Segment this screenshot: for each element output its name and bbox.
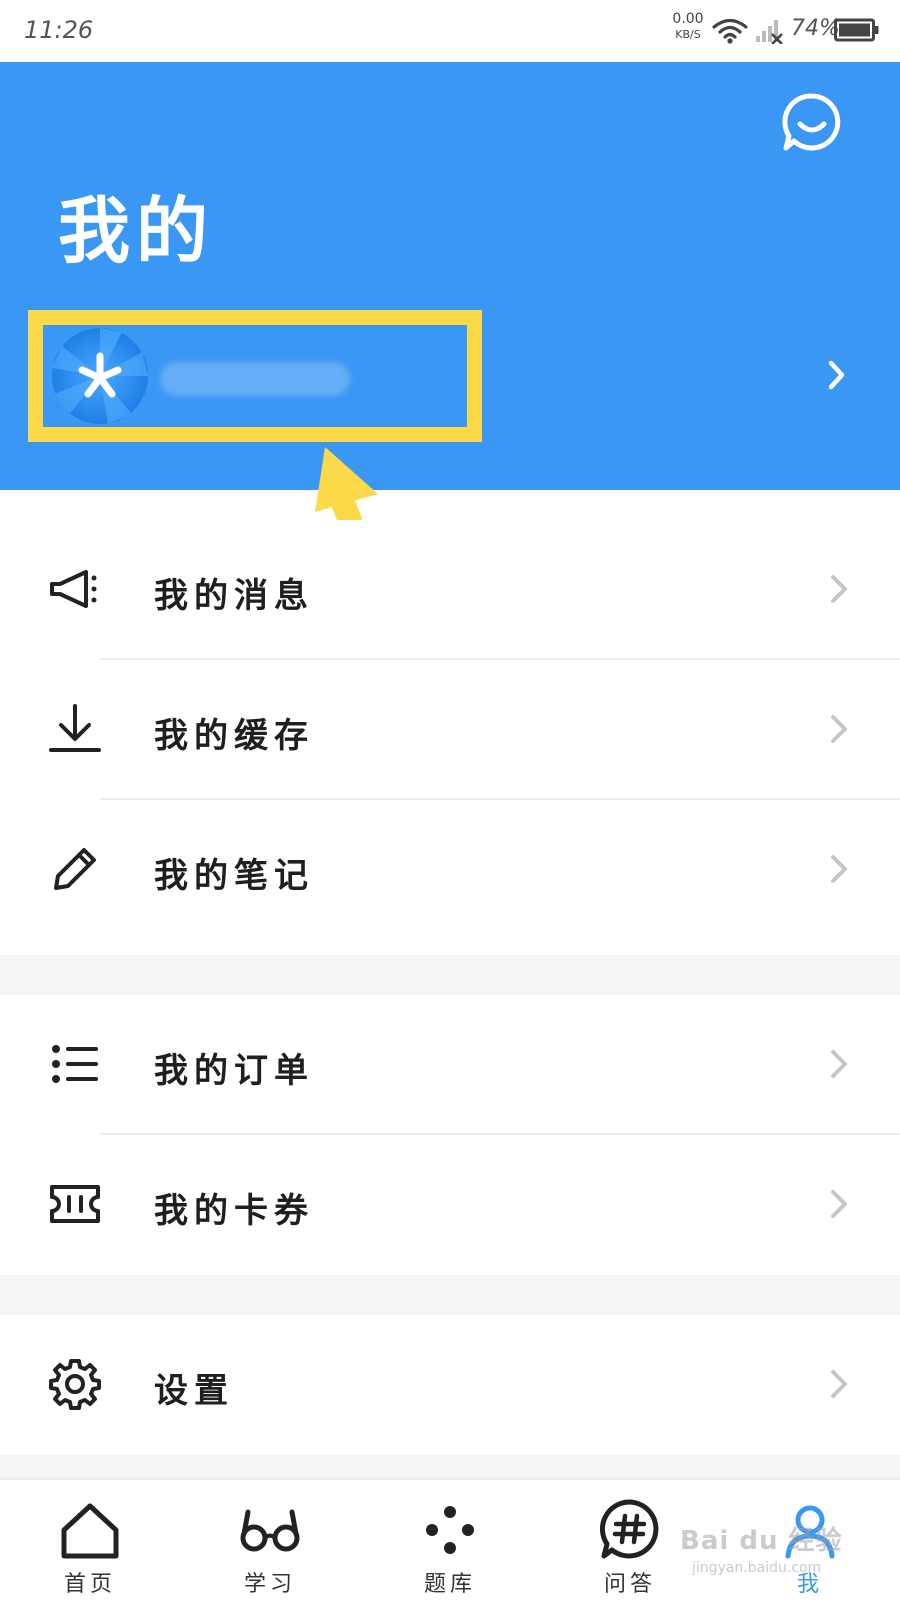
glasses-icon xyxy=(240,1509,300,1552)
chevron-right-icon xyxy=(831,1050,847,1078)
speaker-icon xyxy=(50,570,97,608)
net-speed-value: 0.00 xyxy=(672,11,704,27)
menu-group-1: 我的消息 我的缓存 我的笔记 xyxy=(0,520,900,940)
status-bar: 11:26 0.00 KB/S 74% xyxy=(0,0,900,62)
cellular-signal-icon xyxy=(756,20,783,44)
wifi-icon xyxy=(712,18,748,44)
menu-group-2: 我的订单 我的卡券 xyxy=(0,995,900,1275)
menu-label: 设置 xyxy=(154,1371,234,1411)
chevron-right-icon xyxy=(831,1370,847,1398)
hashtag-chat-icon xyxy=(599,1499,659,1559)
nav-study[interactable]: 学习 xyxy=(210,1480,330,1602)
battery-percent: 74% xyxy=(791,16,840,41)
section-gap xyxy=(0,955,900,995)
chat-icon[interactable] xyxy=(780,90,844,154)
pencil-icon xyxy=(54,848,96,890)
section-gap xyxy=(0,1275,900,1315)
menu-label: 我的笔记 xyxy=(154,856,314,896)
section-gap xyxy=(0,1455,900,1478)
chevron-right-icon[interactable] xyxy=(826,358,848,392)
menu-item-orders[interactable]: 我的订单 xyxy=(0,995,900,1135)
net-speed-unit: KB/S xyxy=(675,28,701,41)
network-speed: 0.00 KB/S xyxy=(672,12,704,42)
nav-question-bank[interactable]: 题库 xyxy=(390,1480,510,1602)
chevron-right-icon xyxy=(831,855,847,883)
page-title: 我的 xyxy=(58,189,215,273)
dots-icon xyxy=(426,1506,474,1554)
home-icon xyxy=(61,1503,119,1559)
chevron-right-icon xyxy=(831,1190,847,1218)
menu-label: 我的消息 xyxy=(154,576,314,616)
menu-item-cache[interactable]: 我的缓存 xyxy=(0,660,900,800)
watermark-logo: Bai du 经验 xyxy=(680,1526,843,1556)
nav-label: 题库 xyxy=(423,1572,476,1597)
menu-item-messages[interactable]: 我的消息 xyxy=(0,520,900,660)
chevron-right-icon xyxy=(831,575,847,603)
download-icon xyxy=(49,704,101,752)
chevron-right-icon xyxy=(831,715,847,743)
nav-home[interactable]: 首页 xyxy=(30,1480,150,1602)
menu-item-coupons[interactable]: 我的卡券 xyxy=(0,1135,900,1275)
menu-label: 我的缓存 xyxy=(154,716,314,756)
gear-icon xyxy=(49,1359,101,1410)
ticket-icon xyxy=(50,1185,100,1223)
menu-label: 我的卡券 xyxy=(154,1191,314,1231)
menu-item-settings[interactable]: 设置 xyxy=(0,1315,900,1455)
nav-label: 学习 xyxy=(243,1572,296,1597)
nav-label: 问答 xyxy=(603,1572,656,1597)
nav-qa[interactable]: 问答 xyxy=(570,1480,690,1602)
battery-icon xyxy=(834,18,879,42)
list-icon xyxy=(52,1045,98,1083)
menu-group-3: 设置 xyxy=(0,1315,900,1455)
menu-label: 我的订单 xyxy=(154,1051,314,1091)
highlight-box xyxy=(28,310,482,442)
status-time: 11:26 xyxy=(24,16,94,44)
nav-label: 首页 xyxy=(63,1572,116,1597)
menu-item-notes[interactable]: 我的笔记 xyxy=(0,800,900,940)
watermark-url: jingyan.baidu.com xyxy=(692,1560,822,1576)
